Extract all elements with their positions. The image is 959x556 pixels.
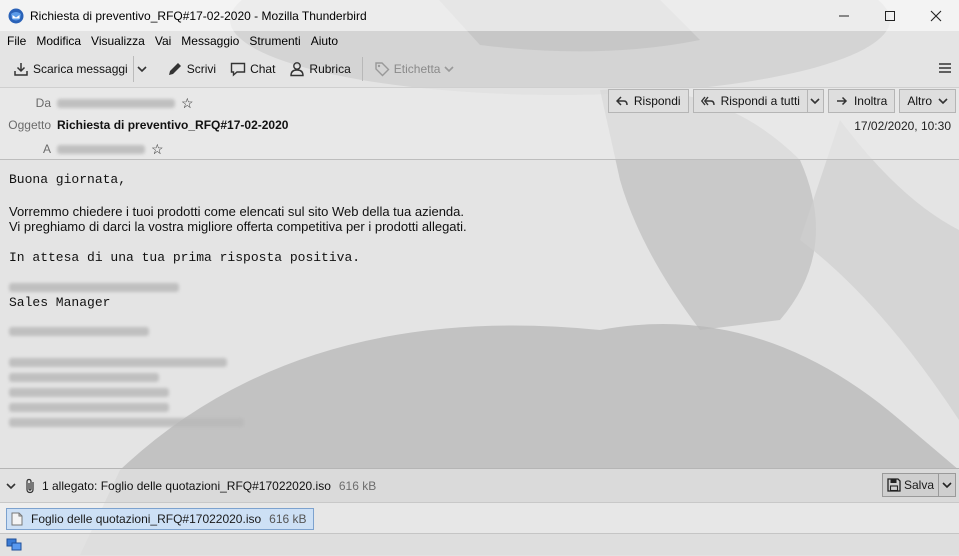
signature-taxcode-redacted xyxy=(9,418,244,427)
subject-row: Oggetto Richiesta di preventivo_RFQ#17-0… xyxy=(0,115,288,135)
status-bar xyxy=(0,533,959,556)
main-toolbar: Scarica messaggi Scrivi Chat Rubrica Eti… xyxy=(0,52,959,86)
body-paragraph-line: Vorremmo chiedere i tuoi prodotti come e… xyxy=(9,204,465,219)
signature-name-redacted xyxy=(9,283,179,292)
maximize-button[interactable] xyxy=(867,0,913,31)
download-icon xyxy=(14,63,28,76)
reply-button[interactable]: Rispondi xyxy=(607,89,689,113)
body-paragraph-line: Vi preghiamo di darci la vostra migliore… xyxy=(9,219,467,234)
address-book-label: Rubrica xyxy=(309,62,351,76)
body-closing: In attesa di una tua prima risposta posi… xyxy=(9,250,361,265)
menu-bar: File Modifica Visualizza Vai Messaggio S… xyxy=(0,31,959,51)
chevron-down-icon xyxy=(6,482,16,489)
more-label: Altro xyxy=(907,94,932,108)
star-icon[interactable]: ☆ xyxy=(181,95,194,112)
reply-all-split: Rispondi a tutti xyxy=(692,89,824,113)
tag-icon xyxy=(375,62,390,77)
address-book-button[interactable]: Rubrica xyxy=(284,56,355,82)
message-header: Da ☆ Oggetto Richiesta di preventivo_RFQ… xyxy=(0,87,959,160)
to-row: A ☆ xyxy=(0,139,164,159)
body-greeting: Buona giornata, xyxy=(9,172,127,187)
header-actions: Rispondi Rispondi a tutti Inoltra Altro xyxy=(607,89,956,113)
save-split: Salva xyxy=(881,473,956,497)
reply-all-dropdown[interactable] xyxy=(806,89,824,113)
paperclip-icon xyxy=(26,478,34,493)
save-dropdown[interactable] xyxy=(939,473,956,497)
attachment-summary-size: 616 kB xyxy=(338,478,377,493)
subject-text: Richiesta di preventivo_RFQ#17-02-2020 xyxy=(57,118,289,132)
menu-view[interactable]: Visualizza xyxy=(86,34,150,48)
from-row: Da ☆ xyxy=(0,93,194,113)
chat-label: Chat xyxy=(250,62,276,76)
menu-message[interactable]: Messaggio xyxy=(176,34,244,48)
attachment-item[interactable]: Foglio delle quotazioni_RFQ#17022020.iso… xyxy=(6,508,314,530)
attachment-size: 616 kB xyxy=(269,512,307,526)
signature-phone-redacted xyxy=(9,388,169,397)
chevron-down-icon xyxy=(810,98,821,105)
to-address-redacted[interactable] xyxy=(57,144,145,154)
tag-label: Etichetta xyxy=(393,62,441,76)
attachment-summary-text: 1 allegato: Foglio delle quotazioni_RFQ#… xyxy=(42,478,331,493)
chat-bubble-icon xyxy=(230,62,246,77)
more-button[interactable]: Altro xyxy=(899,89,956,113)
minimize-button[interactable] xyxy=(821,0,867,31)
maximize-icon xyxy=(885,10,895,21)
menu-file[interactable]: File xyxy=(2,34,31,48)
pencil-icon xyxy=(168,63,181,75)
save-label: Salva xyxy=(903,478,934,492)
reply-all-button[interactable]: Rispondi a tutti xyxy=(692,89,807,113)
reply-all-icon xyxy=(700,96,715,106)
signature-title: Sales Manager xyxy=(9,295,111,310)
write-button[interactable]: Scrivi xyxy=(162,56,221,82)
close-button[interactable] xyxy=(913,0,959,31)
minimize-icon xyxy=(839,15,849,16)
reply-all-label: Rispondi a tutti xyxy=(720,94,800,108)
star-icon[interactable]: ☆ xyxy=(151,141,164,158)
toolbar-separator xyxy=(361,57,363,81)
floppy-disk-icon xyxy=(887,478,901,492)
menu-help[interactable]: Aiuto xyxy=(306,34,343,48)
write-label: Scrivi xyxy=(186,62,217,76)
from-address-redacted[interactable] xyxy=(57,98,175,108)
get-messages-dropdown[interactable] xyxy=(132,56,154,82)
save-button[interactable]: Salva xyxy=(881,473,939,497)
reply-label: Rispondi xyxy=(633,94,681,108)
chevron-down-icon xyxy=(938,98,948,105)
title-bar: Richiesta di preventivo_RFQ#17-02-2020 -… xyxy=(0,0,959,31)
menu-edit[interactable]: Modifica xyxy=(31,34,86,48)
chevron-down-icon xyxy=(444,66,455,73)
online-status-icon[interactable] xyxy=(6,538,22,552)
signature-address-redacted xyxy=(9,373,159,382)
chevron-down-icon xyxy=(137,66,147,73)
get-messages-label: Scarica messaggi xyxy=(33,62,128,76)
attachment-list: Foglio delle quotazioni_RFQ#17022020.iso… xyxy=(0,502,959,533)
attachment-summary[interactable]: 1 allegato: Foglio delle quotazioni_RFQ#… xyxy=(6,478,376,494)
window-title: Richiesta di preventivo_RFQ#17-02-2020 -… xyxy=(30,8,367,23)
file-icon xyxy=(11,512,23,526)
forward-arrow-icon xyxy=(836,96,848,106)
close-icon xyxy=(930,10,942,21)
menu-go[interactable]: Vai xyxy=(150,34,176,48)
get-messages-button[interactable]: Scarica messaggi xyxy=(8,56,133,82)
message-body: Buona giornata, Vorremmo chiedere i tuoi… xyxy=(0,160,959,467)
from-label: Da xyxy=(35,96,51,110)
chevron-down-icon xyxy=(942,482,952,489)
tag-button[interactable]: Etichetta xyxy=(369,56,460,82)
menu-tools[interactable]: Strumenti xyxy=(244,34,305,48)
attachment-name: Foglio delle quotazioni_RFQ#17022020.iso xyxy=(31,512,262,526)
message-date: 17/02/2020, 10:30 xyxy=(854,119,951,133)
attachment-bar: 1 allegato: Foglio delle quotazioni_RFQ#… xyxy=(0,468,959,502)
chat-button[interactable]: Chat xyxy=(225,56,280,82)
signature-fax-redacted xyxy=(9,403,169,412)
to-label: A xyxy=(42,142,51,156)
signature-address-redacted xyxy=(9,358,227,367)
forward-label: Inoltra xyxy=(853,94,888,108)
app-menu-icon[interactable] xyxy=(937,60,953,76)
subject-label: Oggetto xyxy=(8,118,51,132)
thunderbird-icon xyxy=(8,8,24,23)
signature-company-redacted xyxy=(9,327,149,336)
forward-button[interactable]: Inoltra xyxy=(827,89,896,113)
contacts-icon xyxy=(290,62,305,77)
reply-icon xyxy=(615,96,628,106)
